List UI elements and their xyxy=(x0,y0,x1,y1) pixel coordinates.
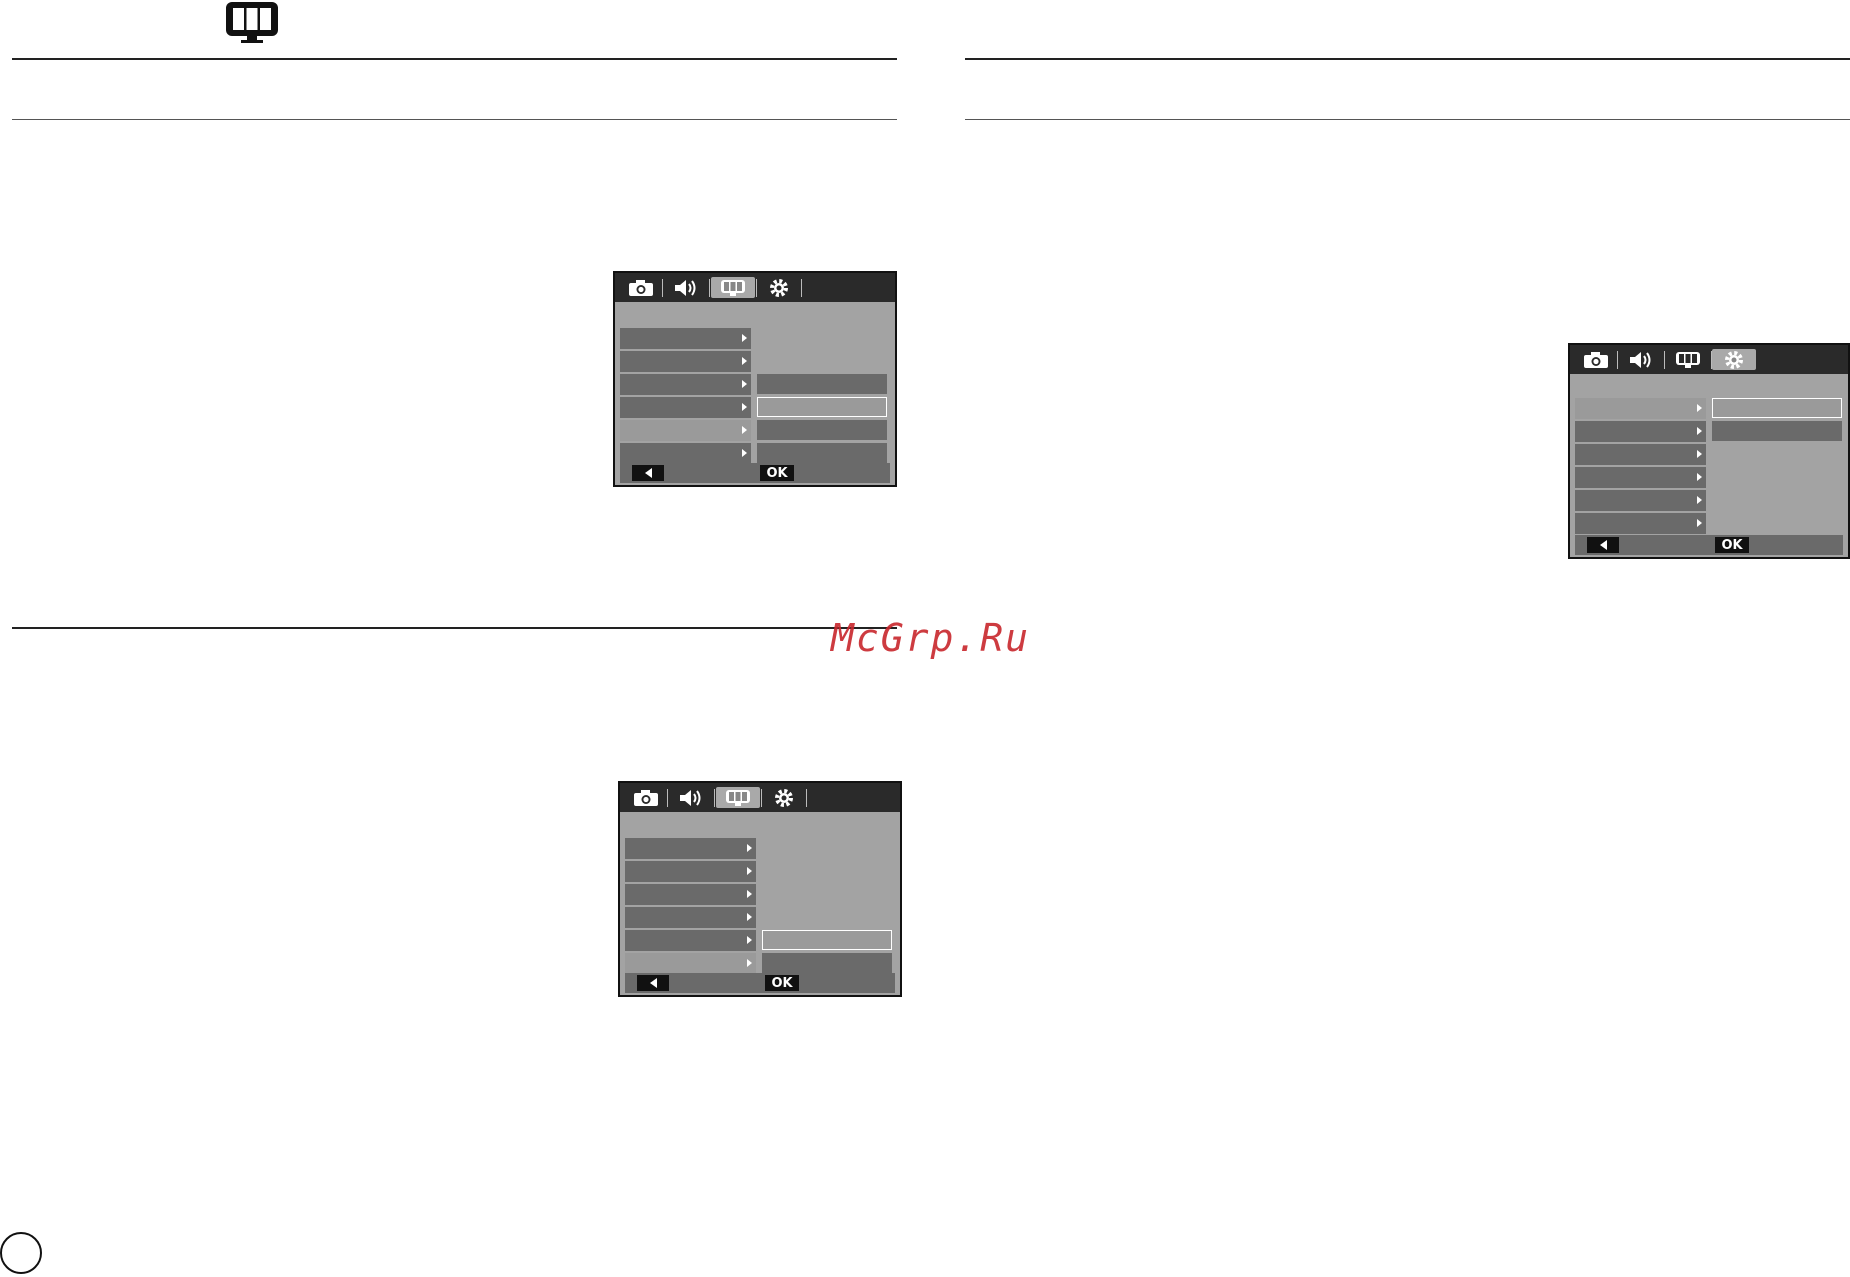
submenu-option[interactable] xyxy=(757,374,887,394)
menu-item[interactable] xyxy=(620,443,751,464)
submenu-option[interactable] xyxy=(1712,421,1842,441)
sound-icon xyxy=(1630,351,1651,368)
tab-sound[interactable] xyxy=(1619,349,1663,370)
display-icon xyxy=(1676,351,1700,368)
sound-icon xyxy=(675,279,696,296)
menu-item[interactable] xyxy=(625,930,756,951)
back-arrow-icon xyxy=(1599,540,1607,550)
tab-settings[interactable] xyxy=(1712,349,1756,370)
submenu-option-selected[interactable] xyxy=(762,930,892,950)
menu-item[interactable] xyxy=(1575,490,1706,511)
sound-icon xyxy=(680,789,701,806)
tab-display[interactable] xyxy=(1666,349,1710,370)
tab-separator xyxy=(801,279,802,297)
menu-item[interactable] xyxy=(620,328,751,349)
tab-separator xyxy=(709,279,710,297)
menu-item[interactable] xyxy=(1575,513,1706,534)
back-arrow-icon xyxy=(644,468,652,478)
lcd-menu-display-2: OK xyxy=(618,781,902,997)
tab-camera[interactable] xyxy=(624,787,668,808)
tab-display[interactable] xyxy=(716,787,760,808)
menu-item[interactable] xyxy=(1575,444,1706,465)
back-button[interactable] xyxy=(632,465,664,481)
section-rule-left-mid xyxy=(12,627,897,629)
submenu-option-selected[interactable] xyxy=(1712,398,1842,418)
submenu-option-selected[interactable] xyxy=(757,397,887,417)
menu-item[interactable] xyxy=(620,397,751,418)
settings-icon xyxy=(1725,350,1743,369)
menu-item[interactable] xyxy=(625,884,756,905)
back-button[interactable] xyxy=(1587,537,1619,553)
ok-button[interactable]: OK xyxy=(1715,537,1749,553)
submenu-option[interactable] xyxy=(757,443,887,463)
submenu-option[interactable] xyxy=(757,420,887,440)
menu-item-selected[interactable] xyxy=(625,953,756,974)
menu-item[interactable] xyxy=(620,351,751,372)
lcd-footer: OK xyxy=(620,463,890,483)
tab-sound[interactable] xyxy=(664,277,708,298)
tab-sound[interactable] xyxy=(669,787,713,808)
back-button[interactable] xyxy=(637,975,669,991)
submenu-option[interactable] xyxy=(762,953,892,973)
back-arrow-icon xyxy=(649,978,657,988)
camera-icon xyxy=(629,279,653,296)
tab-camera[interactable] xyxy=(1574,349,1618,370)
watermark: McGrp.Ru xyxy=(831,616,1031,660)
tab-separator xyxy=(662,279,663,297)
menu-item[interactable] xyxy=(625,838,756,859)
lcd-tab-bar xyxy=(1570,345,1848,374)
section-rule-right-top xyxy=(965,58,1850,60)
menu-item[interactable] xyxy=(625,907,756,928)
ok-button[interactable]: OK xyxy=(765,975,799,991)
page-number-badge xyxy=(0,1232,42,1274)
display-icon xyxy=(726,789,750,806)
camera-icon xyxy=(1584,351,1608,368)
menu-item-selected[interactable] xyxy=(1575,398,1706,419)
lcd-footer: OK xyxy=(625,973,895,993)
tab-settings[interactable] xyxy=(757,277,801,298)
menu-item-selected[interactable] xyxy=(620,420,751,441)
ok-button[interactable]: OK xyxy=(760,465,794,481)
tab-separator xyxy=(1664,351,1665,369)
settings-icon xyxy=(770,278,788,297)
lcd-menu-display-1: OK xyxy=(613,271,897,487)
lcd-tab-bar xyxy=(615,273,895,302)
display-menu-icon xyxy=(224,0,280,44)
camera-icon xyxy=(634,789,658,806)
lcd-footer: OK xyxy=(1575,535,1843,555)
lcd-tab-bar xyxy=(620,783,900,812)
tab-display[interactable] xyxy=(711,277,755,298)
tab-settings[interactable] xyxy=(762,787,806,808)
section-rule-left-top xyxy=(12,58,897,60)
menu-item[interactable] xyxy=(625,861,756,882)
display-icon xyxy=(721,279,745,296)
section-rule-right-sub xyxy=(965,119,1850,120)
section-rule-left-sub xyxy=(12,119,897,120)
tab-separator xyxy=(806,789,807,807)
lcd-menu-settings: OK xyxy=(1568,343,1850,559)
tab-separator xyxy=(1617,351,1618,369)
tab-camera[interactable] xyxy=(619,277,663,298)
menu-item[interactable] xyxy=(1575,421,1706,442)
menu-item[interactable] xyxy=(620,374,751,395)
menu-item[interactable] xyxy=(1575,467,1706,488)
settings-icon xyxy=(775,788,793,807)
tab-separator xyxy=(667,789,668,807)
tab-separator xyxy=(714,789,715,807)
